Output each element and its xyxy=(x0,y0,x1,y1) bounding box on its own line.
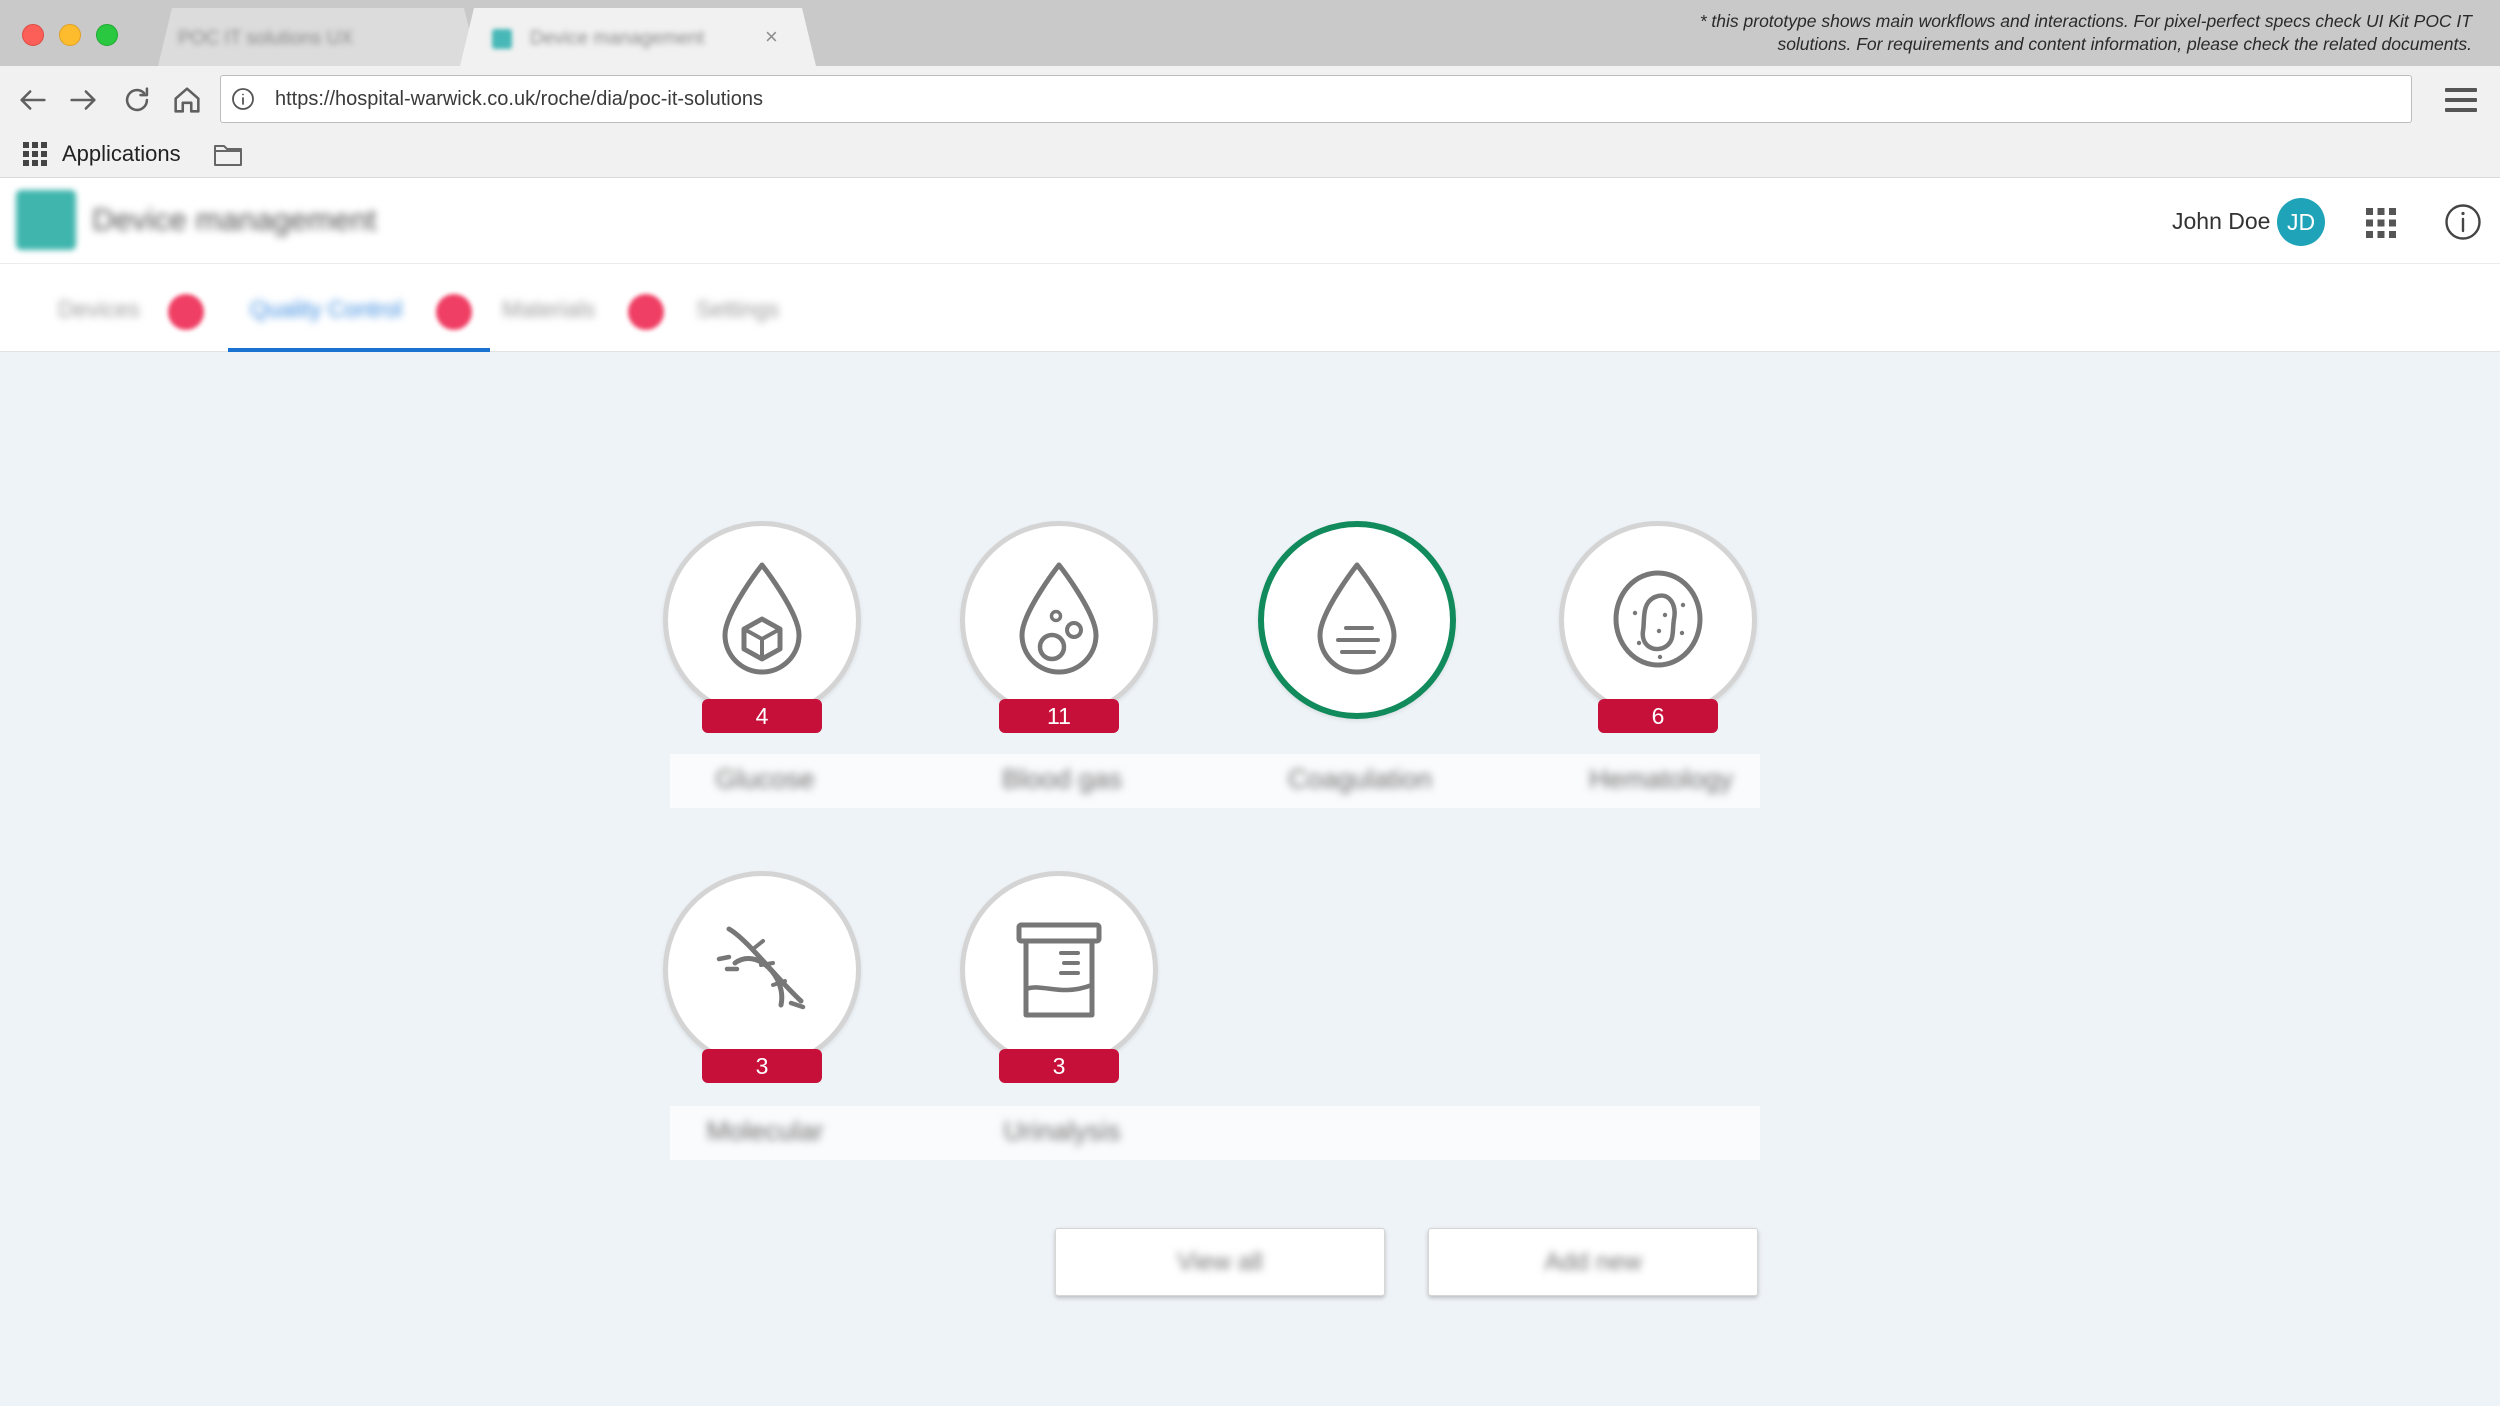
bookmarks-bar: Applications xyxy=(0,132,2500,178)
app-launcher-icon[interactable] xyxy=(2366,208,2396,238)
window-maximize-button[interactable] xyxy=(96,24,118,46)
category-tile-glucose[interactable]: 4 xyxy=(657,521,867,733)
tab-materials[interactable]: Materials xyxy=(490,264,680,352)
back-arrow-icon[interactable] xyxy=(16,83,50,117)
tab-devices[interactable]: Devices xyxy=(40,264,220,352)
tab-count-badge xyxy=(436,294,472,330)
browser-tab-title: POC IT solutions UX xyxy=(178,28,353,49)
tab-label: Devices xyxy=(58,296,140,322)
url-text: https://hospital-warwick.co.uk/roche/dia… xyxy=(275,88,763,110)
category-label[interactable]: Blood gas xyxy=(942,764,1182,795)
browser-menu-icon[interactable] xyxy=(2445,86,2477,114)
app-title: Device management xyxy=(92,202,377,237)
favicon-icon xyxy=(492,29,512,49)
category-tile-coagulation[interactable] xyxy=(1252,521,1462,731)
prototype-note: * this prototype shows main workflows an… xyxy=(1699,11,2472,54)
apps-grid-icon[interactable] xyxy=(22,141,48,167)
category-tile-hematology[interactable]: 6 xyxy=(1553,521,1763,733)
window-minimize-button[interactable] xyxy=(59,24,81,46)
tab-quality-control[interactable]: Quality Control xyxy=(228,264,490,352)
window-close-button[interactable] xyxy=(22,24,44,46)
category-tile-blood-gas[interactable]: 11 xyxy=(954,521,1164,733)
cell-icon xyxy=(1613,570,1703,668)
tab-settings[interactable]: Settings xyxy=(680,264,820,352)
count-badge: 4 xyxy=(702,699,822,733)
button-label: View all xyxy=(1177,1248,1263,1276)
info-icon[interactable] xyxy=(2444,203,2482,241)
user-name[interactable]: John Doe xyxy=(2172,208,2270,235)
browser-tab-strip: POC IT solutions UX Device management × … xyxy=(0,0,2500,66)
applications-bookmark[interactable]: Applications xyxy=(62,141,181,167)
app-header: Device management John Doe JD xyxy=(0,178,2500,264)
browser-tab-device-management[interactable]: Device management × xyxy=(460,8,816,66)
count-badge: 11 xyxy=(999,699,1119,733)
count-badge: 3 xyxy=(999,1049,1119,1083)
browser-tab-poc[interactable]: POC IT solutions UX xyxy=(158,8,478,66)
site-info-icon[interactable] xyxy=(231,87,255,111)
tab-label: Quality Control xyxy=(250,296,403,322)
browser-tab-title: Device management xyxy=(530,28,705,49)
reload-icon[interactable] xyxy=(120,83,154,117)
close-tab-icon[interactable]: × xyxy=(765,24,778,50)
user-avatar[interactable]: JD xyxy=(2277,198,2325,246)
category-label[interactable]: Molecular xyxy=(645,1116,885,1147)
tab-count-badge xyxy=(168,294,204,330)
app-logo[interactable] xyxy=(16,190,76,250)
category-label[interactable]: Urinalysis xyxy=(942,1116,1182,1147)
specimen-cup-icon xyxy=(1016,922,1102,1018)
drop-bubbles-icon xyxy=(1019,562,1099,675)
drop-cube-icon xyxy=(722,562,802,675)
count-badge: 6 xyxy=(1598,699,1718,733)
category-tile-urinalysis[interactable]: 3 xyxy=(954,871,1164,1083)
module-tab-bar: Devices Quality Control Materials Settin… xyxy=(0,264,2500,352)
category-label[interactable]: Hematology xyxy=(1541,764,1781,795)
home-icon[interactable] xyxy=(170,83,204,117)
view-all-button[interactable]: View all xyxy=(1055,1228,1385,1296)
forward-arrow-icon[interactable] xyxy=(66,83,100,117)
tab-count-badge xyxy=(628,294,664,330)
add-new-button[interactable]: Add new xyxy=(1428,1228,1758,1296)
dna-icon xyxy=(716,926,806,1010)
browser-toolbar: https://hospital-warwick.co.uk/roche/dia… xyxy=(0,66,2500,132)
category-label[interactable]: Coagulation xyxy=(1240,764,1480,795)
category-label[interactable]: Glucose xyxy=(645,764,885,795)
tab-label: Settings xyxy=(696,296,780,322)
address-bar[interactable]: https://hospital-warwick.co.uk/roche/dia… xyxy=(220,75,2412,123)
category-tile-molecular[interactable]: 3 xyxy=(657,871,867,1083)
button-label: Add new xyxy=(1544,1248,1642,1276)
count-badge: 3 xyxy=(702,1049,822,1083)
tab-label: Materials xyxy=(502,296,596,322)
drop-lines-icon xyxy=(1317,562,1397,675)
folder-icon[interactable] xyxy=(213,140,243,168)
